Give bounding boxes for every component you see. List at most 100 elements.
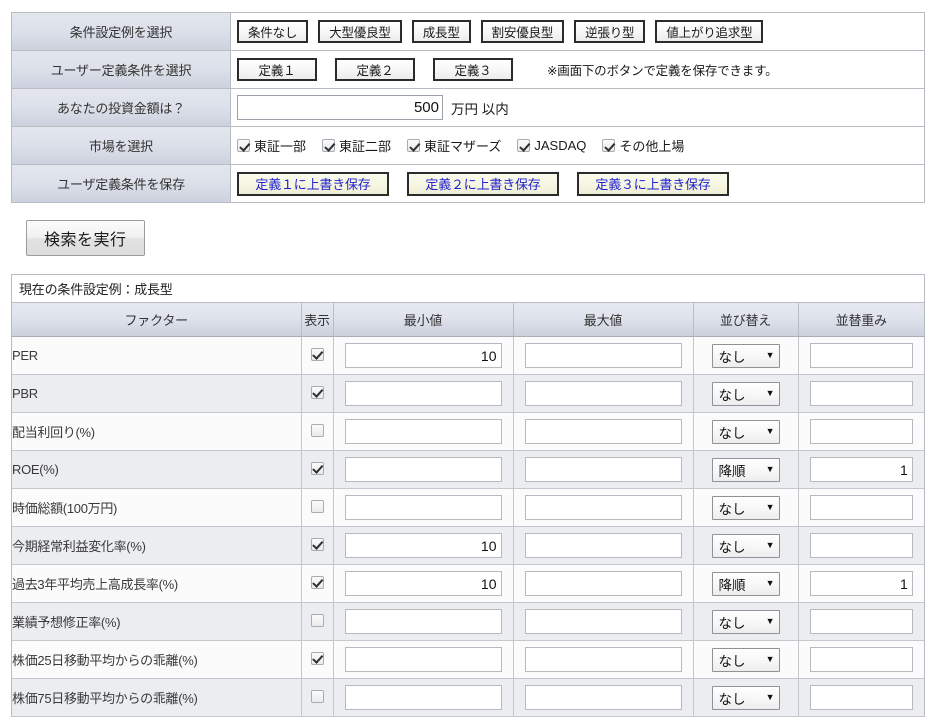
factor-sort-select[interactable]: なし ▼	[711, 533, 780, 558]
factor-max-input[interactable]	[524, 495, 682, 520]
factor-sort-select[interactable]: なし ▼	[711, 419, 780, 444]
factor-weight-input[interactable]	[809, 571, 913, 596]
factor-min-input[interactable]	[344, 419, 502, 444]
preset-button-growth[interactable]: 成長型	[411, 20, 471, 43]
table-row: 株価25日移動平均からの乖離(%) なし ▼	[12, 640, 924, 679]
investment-amount-suffix: 万円 以内	[451, 101, 509, 117]
market-checkbox-tse1[interactable]	[237, 139, 250, 152]
factor-sort-select[interactable]: なし ▼	[711, 343, 780, 368]
preset-button-none[interactable]: 条件なし	[237, 20, 309, 43]
chevron-down-icon: ▼	[765, 540, 775, 550]
factor-max-input[interactable]	[524, 609, 682, 634]
factor-sort-value: なし	[718, 653, 746, 669]
market-option-other[interactable]: その他上場	[602, 136, 684, 155]
market-checkbox-jasdaq[interactable]	[517, 139, 531, 152]
factor-weight-cell	[798, 488, 924, 527]
factor-min-input[interactable]	[344, 685, 502, 710]
factor-sort-select[interactable]: なし ▼	[711, 647, 780, 672]
save-definition-button-3[interactable]: 定義３に上書き保存	[577, 171, 729, 196]
factor-min-input[interactable]	[344, 495, 502, 520]
factor-weight-input[interactable]	[809, 343, 913, 368]
definition-button-3[interactable]: 定義３	[433, 58, 513, 81]
factor-sort-cell: なし ▼	[693, 602, 799, 641]
factor-max-input[interactable]	[524, 533, 682, 558]
definition-button-2[interactable]: 定義２	[335, 58, 415, 81]
factor-max-input[interactable]	[524, 343, 682, 368]
definition-button-1[interactable]: 定義１	[237, 58, 317, 81]
factor-weight-input[interactable]	[809, 647, 913, 672]
market-option-jasdaq[interactable]: JASDAQ	[517, 138, 586, 153]
factor-show-checkbox[interactable]	[310, 499, 324, 513]
factor-show-checkbox[interactable]	[310, 613, 324, 627]
investment-amount-group: 万円 以内	[231, 89, 924, 126]
factor-sort-value: なし	[718, 691, 746, 707]
factor-show-checkbox[interactable]	[310, 385, 324, 399]
factor-sort-select[interactable]: 降順 ▼	[711, 571, 780, 596]
market-checkbox-mothers[interactable]	[407, 139, 421, 152]
factor-show-checkbox[interactable]	[310, 461, 324, 475]
chevron-down-icon: ▼	[765, 388, 775, 398]
market-option-tse2[interactable]: 東証二部	[322, 136, 391, 155]
investment-amount-input[interactable]	[237, 95, 443, 120]
chevron-down-icon: ▼	[765, 464, 775, 474]
run-search-button[interactable]: 検索を実行	[26, 220, 145, 256]
factor-name-cell: 今期経常利益変化率(%)	[12, 526, 302, 565]
factor-min-input[interactable]	[344, 533, 502, 558]
market-option-tse1[interactable]: 東証一部	[237, 136, 306, 155]
factor-sort-select[interactable]: なし ▼	[711, 609, 780, 634]
factor-show-cell	[301, 602, 334, 641]
factor-weight-input[interactable]	[809, 533, 913, 558]
factor-max-input[interactable]	[524, 647, 682, 672]
settings-row-save-definition: ユーザ定義条件を保存 定義１に上書き保存 定義２に上書き保存 定義３に上書き保存	[12, 165, 924, 203]
factor-sort-value: 降順	[718, 577, 746, 593]
market-label-tse2: 東証二部	[339, 139, 392, 154]
factor-sort-select[interactable]: なし ▼	[711, 495, 780, 520]
preset-button-contrarian[interactable]: 逆張り型	[574, 20, 646, 43]
factor-min-cell	[333, 336, 514, 375]
factor-min-input[interactable]	[344, 457, 502, 482]
factor-sort-select[interactable]: なし ▼	[711, 381, 780, 406]
factor-show-checkbox[interactable]	[310, 423, 324, 437]
factor-min-cell	[333, 564, 514, 603]
factor-weight-cell	[798, 678, 924, 717]
save-definition-button-1[interactable]: 定義１に上書き保存	[237, 171, 389, 196]
table-row: 今期経常利益変化率(%) なし ▼	[12, 526, 924, 565]
factor-min-input[interactable]	[344, 571, 502, 596]
factor-weight-cell	[798, 640, 924, 679]
factor-min-input[interactable]	[344, 609, 502, 634]
preset-button-large-cap[interactable]: 大型優良型	[318, 20, 402, 43]
factor-max-input[interactable]	[524, 571, 682, 596]
factor-show-checkbox[interactable]	[310, 575, 324, 589]
factor-weight-input[interactable]	[809, 495, 913, 520]
factor-weight-input[interactable]	[809, 609, 913, 634]
factor-sort-select[interactable]: 降順 ▼	[711, 457, 780, 482]
factor-weight-cell	[798, 526, 924, 565]
factor-min-input[interactable]	[344, 647, 502, 672]
factor-min-input[interactable]	[344, 343, 502, 368]
factor-weight-input[interactable]	[809, 419, 913, 444]
factor-min-input[interactable]	[344, 381, 502, 406]
factor-show-checkbox[interactable]	[310, 689, 324, 703]
factor-show-checkbox[interactable]	[310, 537, 324, 551]
market-checkbox-tse2[interactable]	[322, 139, 336, 152]
preset-button-momentum[interactable]: 値上がり追求型	[655, 20, 764, 43]
chevron-down-icon: ▼	[765, 616, 775, 626]
save-definition-button-2[interactable]: 定義２に上書き保存	[407, 171, 559, 196]
chevron-down-icon: ▼	[765, 426, 775, 436]
market-label-other: その他上場	[619, 139, 685, 154]
save-definition-group: 定義１に上書き保存 定義２に上書き保存 定義３に上書き保存	[231, 165, 924, 202]
market-option-mothers[interactable]: 東証マザーズ	[407, 136, 501, 155]
factor-max-input[interactable]	[524, 685, 682, 710]
factor-weight-input[interactable]	[809, 457, 913, 482]
factor-max-input[interactable]	[524, 381, 682, 406]
factor-show-checkbox[interactable]	[310, 347, 324, 361]
factor-weight-input[interactable]	[809, 381, 913, 406]
factor-weight-cell	[798, 564, 924, 603]
factor-max-input[interactable]	[524, 457, 682, 482]
factor-show-checkbox[interactable]	[310, 651, 324, 665]
preset-button-value[interactable]: 割安優良型	[480, 20, 565, 43]
factor-sort-select[interactable]: なし ▼	[711, 685, 780, 710]
factor-weight-input[interactable]	[809, 685, 913, 710]
factor-max-input[interactable]	[524, 419, 682, 444]
market-checkbox-other[interactable]	[602, 139, 616, 152]
